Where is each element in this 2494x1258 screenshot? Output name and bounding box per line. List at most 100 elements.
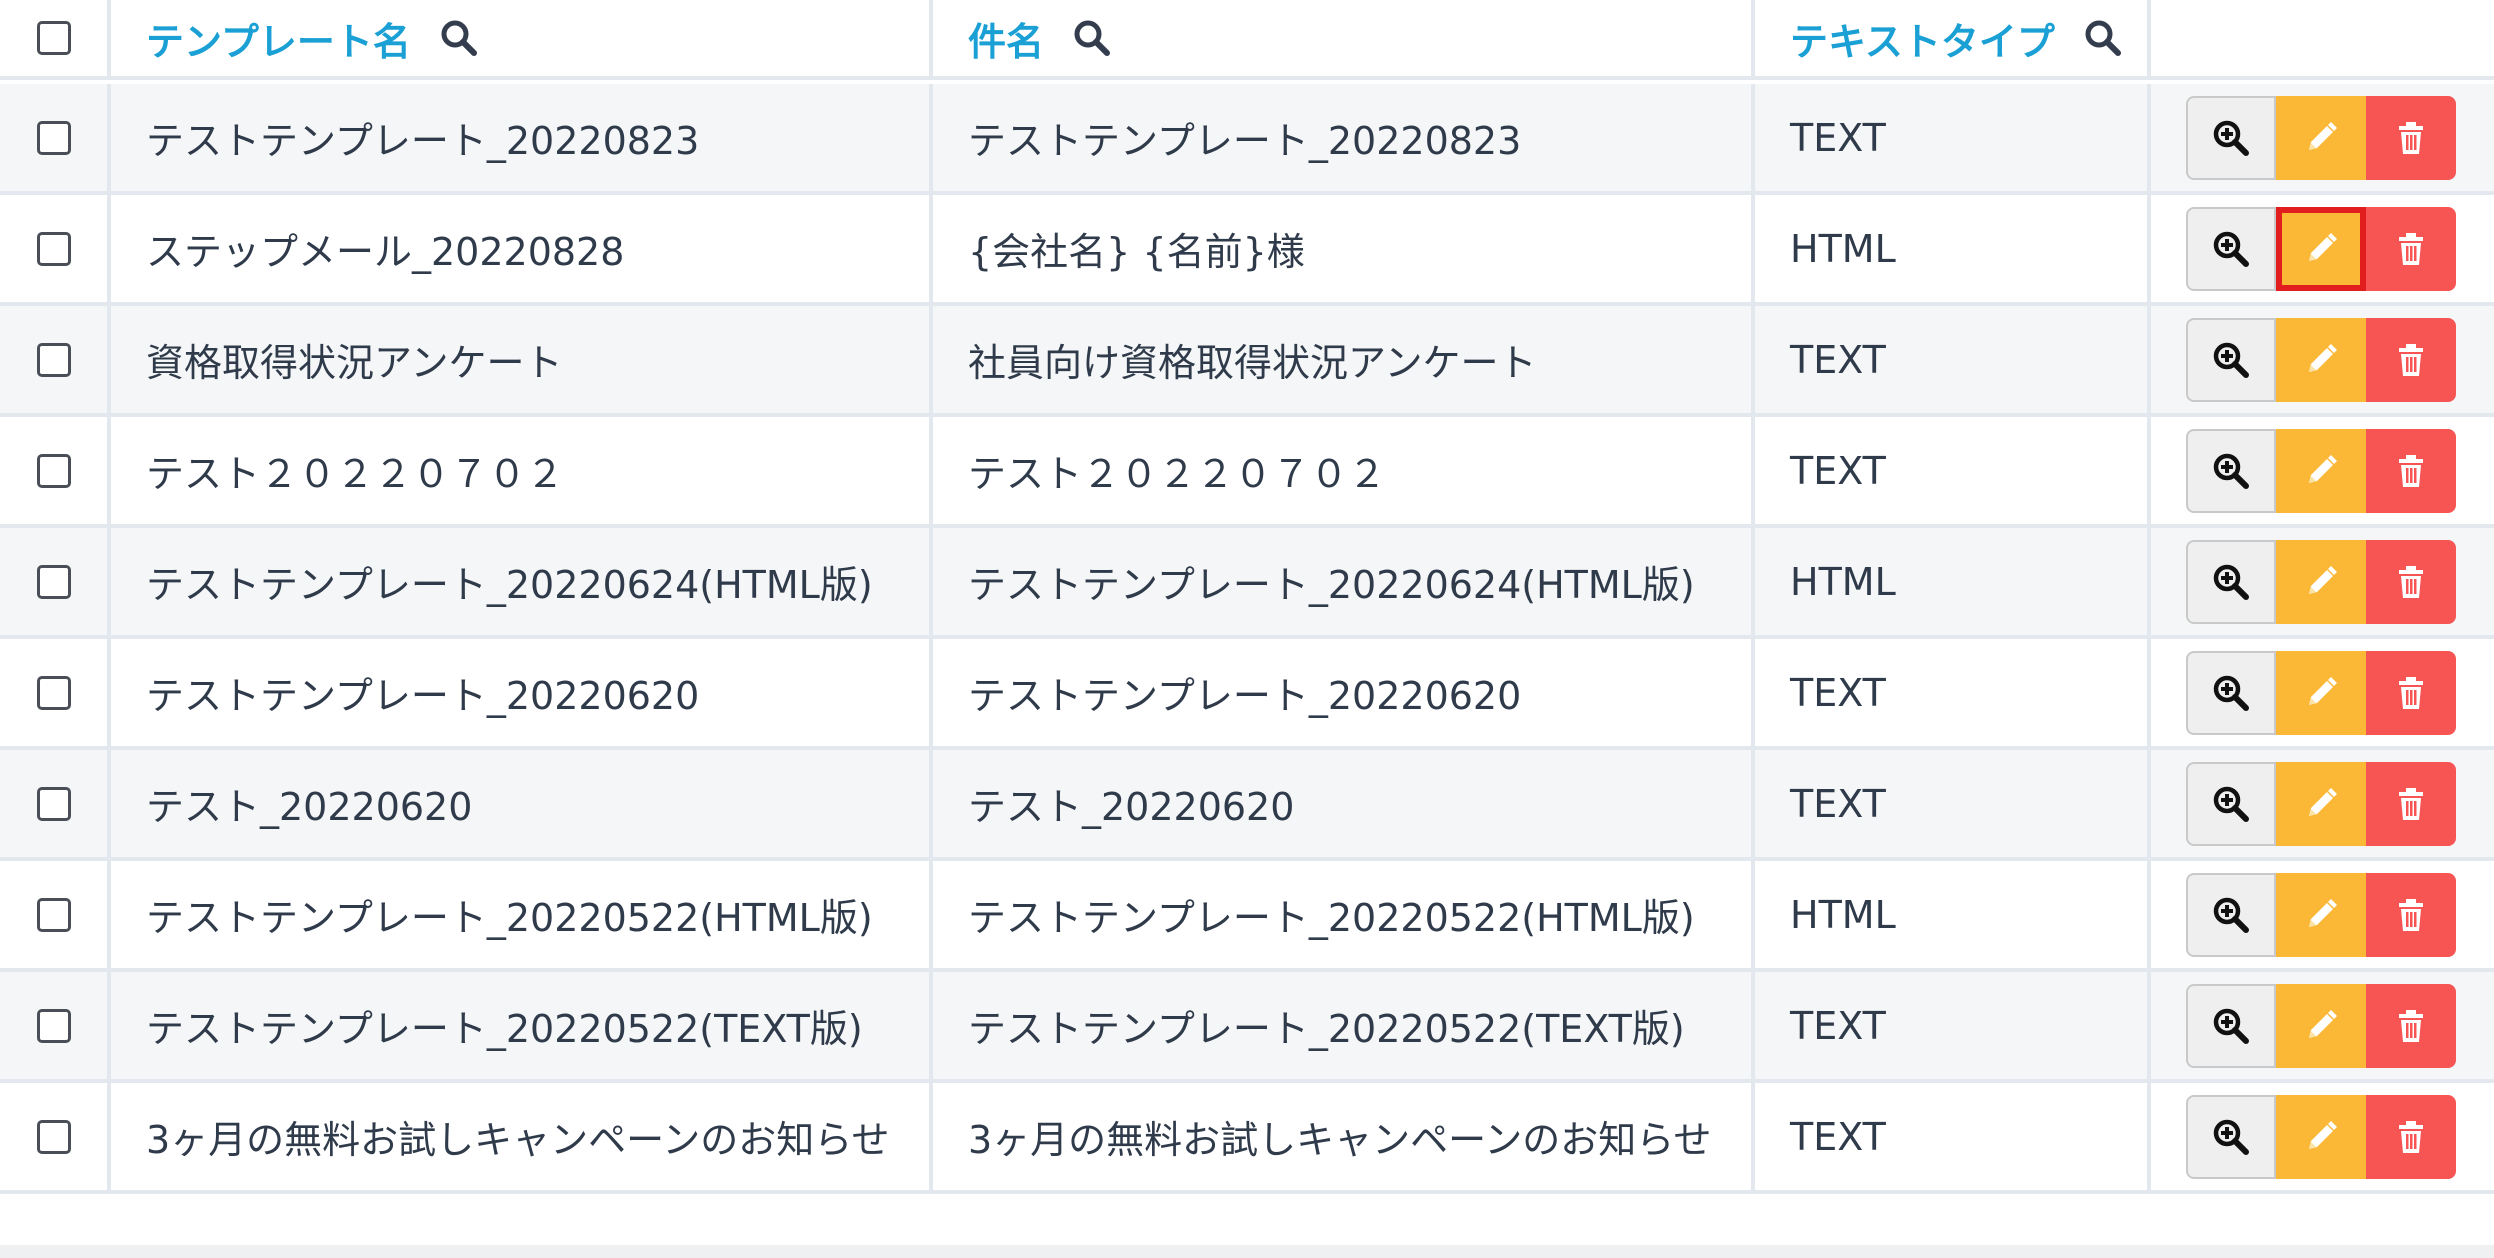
row-checkbox[interactable] — [36, 786, 71, 821]
row-select-cell — [0, 972, 111, 1079]
subject-cell: テストテンプレート_20220624(HTML版) — [933, 528, 1755, 635]
subject-cell: テストテンプレート_20220522(TEXT版) — [933, 972, 1755, 1079]
column-header-label[interactable]: 件名 — [968, 11, 1044, 66]
subject-cell: 3ヶ月の無料お試しキャンペーンのお知らせ — [933, 1083, 1755, 1190]
trash-icon — [2391, 118, 2431, 158]
text-type: HTML — [1790, 559, 1896, 604]
table-row: テストテンプレート_20220823 テストテンプレート_20220823 TE… — [0, 84, 2494, 195]
edit-button[interactable] — [2276, 539, 2366, 624]
delete-button[interactable] — [2366, 1094, 2456, 1179]
row-checkbox[interactable] — [36, 897, 71, 932]
row-checkbox[interactable] — [36, 342, 71, 377]
template-name: テストテンプレート_20220620 — [146, 674, 700, 718]
delete-button[interactable] — [2366, 650, 2456, 735]
row-checkbox[interactable] — [36, 453, 71, 488]
subject-cell: テストテンプレート_20220620 — [933, 639, 1755, 746]
table-row: テストテンプレート_20220624(HTML版) テストテンプレート_2022… — [0, 528, 2494, 639]
row-checkbox[interactable] — [36, 1119, 71, 1154]
row-checkbox[interactable] — [36, 675, 71, 710]
text-type-cell: HTML — [1755, 528, 2151, 635]
actions-cell — [2151, 417, 2494, 524]
row-select-cell — [0, 195, 111, 302]
template-name: テスト２０２２０７０２ — [146, 452, 565, 496]
subject: テストテンプレート_20220522(HTML版) — [968, 896, 1695, 940]
search-icon[interactable] — [2083, 18, 2123, 58]
edit-button[interactable] — [2276, 95, 2366, 180]
select-all-checkbox[interactable] — [36, 21, 71, 55]
row-select-cell — [0, 84, 111, 191]
actions-cell — [2151, 972, 2494, 1079]
actions-cell — [2151, 750, 2494, 857]
subject: テスト_20220620 — [968, 785, 1295, 829]
subject: 社員向け資格取得状況アンケート — [968, 341, 1537, 385]
actions-cell — [2151, 861, 2494, 968]
actions-cell — [2151, 195, 2494, 302]
delete-button[interactable] — [2366, 872, 2456, 957]
pencil-icon — [2301, 451, 2341, 491]
edit-button[interactable] — [2276, 983, 2366, 1068]
actions-cell — [2151, 84, 2494, 191]
subject-cell: {会社名} {名前}様 — [933, 195, 1755, 302]
pencil-icon — [2301, 784, 2341, 824]
preview-button[interactable] — [2186, 650, 2276, 735]
row-checkbox[interactable] — [36, 564, 71, 599]
preview-button[interactable] — [2186, 872, 2276, 957]
subject-cell: 社員向け資格取得状況アンケート — [933, 306, 1755, 413]
actions-cell — [2151, 528, 2494, 635]
edit-button[interactable] — [2276, 317, 2366, 402]
row-checkbox[interactable] — [36, 120, 71, 155]
preview-button[interactable] — [2186, 95, 2276, 180]
column-header-label[interactable]: テキストタイプ — [1790, 11, 2055, 66]
header-text-type: テキストタイプ — [1755, 0, 2151, 76]
preview-button[interactable] — [2186, 761, 2276, 846]
text-type: HTML — [1790, 226, 1896, 271]
text-type-cell: HTML — [1755, 195, 2151, 302]
delete-button[interactable] — [2366, 983, 2456, 1068]
zoom-in-icon — [2211, 229, 2251, 269]
search-icon[interactable] — [1072, 18, 1112, 58]
preview-button[interactable] — [2186, 206, 2276, 291]
subject: {会社名} {名前}様 — [968, 230, 1305, 274]
edit-button[interactable] — [2276, 1094, 2366, 1179]
delete-button[interactable] — [2366, 428, 2456, 513]
zoom-in-icon — [2211, 340, 2251, 380]
delete-button[interactable] — [2366, 206, 2456, 291]
subject-cell: テスト_20220620 — [933, 750, 1755, 857]
table-footer-bar — [0, 1245, 2494, 1258]
edit-button[interactable] — [2276, 206, 2366, 291]
actions-cell — [2151, 639, 2494, 746]
preview-button[interactable] — [2186, 317, 2276, 402]
trash-icon — [2391, 229, 2431, 269]
subject-cell: テストテンプレート_20220522(HTML版) — [933, 861, 1755, 968]
table-row: テストテンプレート_20220620 テストテンプレート_20220620 TE… — [0, 639, 2494, 750]
delete-button[interactable] — [2366, 95, 2456, 180]
row-select-cell — [0, 639, 111, 746]
subject: テストテンプレート_20220522(TEXT版) — [968, 1007, 1685, 1051]
delete-button[interactable] — [2366, 539, 2456, 624]
text-type: TEXT — [1790, 1003, 1886, 1048]
row-checkbox[interactable] — [36, 231, 71, 266]
text-type: TEXT — [1790, 337, 1886, 382]
preview-button[interactable] — [2186, 428, 2276, 513]
column-header-label[interactable]: テンプレート名 — [146, 11, 411, 66]
template-name: テストテンプレート_20220823 — [146, 119, 700, 163]
row-select-cell — [0, 528, 111, 635]
delete-button[interactable] — [2366, 761, 2456, 846]
preview-button[interactable] — [2186, 983, 2276, 1068]
edit-button[interactable] — [2276, 428, 2366, 513]
template-name: テストテンプレート_20220522(TEXT版) — [146, 1007, 863, 1051]
edit-button[interactable] — [2276, 650, 2366, 735]
preview-button[interactable] — [2186, 1094, 2276, 1179]
template-name-cell: テストテンプレート_20220522(HTML版) — [111, 861, 933, 968]
delete-button[interactable] — [2366, 317, 2456, 402]
actions-cell — [2151, 1083, 2494, 1190]
preview-button[interactable] — [2186, 539, 2276, 624]
header-subject: 件名 — [933, 0, 1755, 76]
edit-button[interactable] — [2276, 761, 2366, 846]
pencil-icon — [2301, 1117, 2341, 1157]
template-name: 資格取得状況アンケート — [146, 341, 563, 385]
search-icon[interactable] — [439, 18, 479, 58]
edit-button[interactable] — [2276, 872, 2366, 957]
row-checkbox[interactable] — [36, 1008, 71, 1043]
text-type-cell: TEXT — [1755, 417, 2151, 524]
